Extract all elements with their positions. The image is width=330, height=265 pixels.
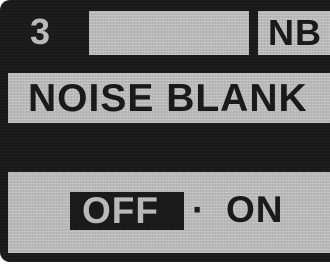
option-off[interactable]: OFF xyxy=(70,190,184,231)
menu-tag-badge: NB xyxy=(258,11,330,55)
option-on[interactable]: ON xyxy=(226,188,284,232)
option-selector: OFF · ON xyxy=(8,172,330,253)
menu-number: 3 xyxy=(30,11,51,52)
menu-tag-label: NB xyxy=(268,12,322,53)
menu-title: NOISE BLANK xyxy=(28,77,308,120)
option-separator: · xyxy=(192,189,205,230)
header-highlight-bar xyxy=(89,11,249,55)
lcd-screen: 3 NB NOISE BLANK OFF · ON xyxy=(0,0,330,265)
option-off-label: OFF xyxy=(82,190,159,231)
title-bar: NOISE BLANK xyxy=(8,73,330,123)
